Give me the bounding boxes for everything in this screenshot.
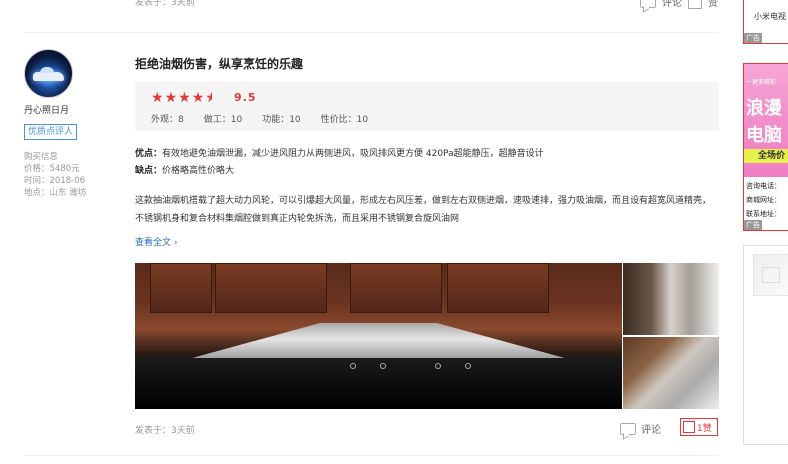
cabinet-door [215, 263, 327, 313]
ad-banner-small-text: 一更多精彩 [746, 79, 777, 86]
review-title: 拒绝油烟伤害，纵享烹饪的乐趣 [135, 57, 304, 71]
like-button[interactable]: 1赞 [680, 418, 718, 436]
ad-info-url: 商城网址： [746, 196, 781, 204]
sidebar-product-card[interactable]: 小米电视 广告 [743, 0, 788, 44]
control-icon [380, 363, 386, 369]
buy-info-location: 地点：山东 潍坊 [24, 188, 87, 198]
control-icon [435, 363, 441, 369]
hood-glass-panel [135, 358, 622, 409]
review-photo-thumb[interactable] [623, 337, 719, 409]
subscore-function: 功能：10 [262, 115, 301, 125]
buy-info-time: 时间：2018-06 [24, 176, 86, 186]
read-more-label[interactable]: 查看全文 [135, 238, 171, 248]
review-body: 这款抽油烟机搭载了超大动力风轮，可以引爆超大风量，形成左右风压差，做到左右双侧进… [135, 196, 712, 224]
buy-info-price: 价格：5480元 [24, 164, 80, 174]
ad-banner[interactable]: 一更多精彩 浪漫 电脑 全场价 [744, 64, 788, 177]
reviewer-name[interactable]: 丹心照日月 [24, 103, 69, 116]
prev-like-label[interactable]: 赞 [708, 0, 718, 9]
thumbs-up-icon[interactable] [683, 421, 695, 433]
subscore-appearance: 外观：8 [151, 115, 184, 125]
ad-banner-pill: 全场价 [744, 149, 788, 163]
star-rating: ★ ★ ★ ★ ★ [151, 91, 218, 105]
pros-line: 优点：有效地避免油烟泄漏，减少进风阻力从两侧进风，吸风排风更方便 420Pa超能… [135, 146, 544, 163]
comment-label[interactable]: 评论 [641, 421, 661, 436]
half-star-icon: ★ [205, 90, 218, 106]
cabinet-door [150, 263, 212, 313]
sidebar-product-title[interactable]: 小米电视 [754, 11, 786, 22]
comment-icon[interactable] [620, 422, 636, 435]
prev-comment-label[interactable]: 评论 [662, 0, 682, 9]
pros-text: 有效地避免油烟泄漏，减少进风阻力从两侧进风，吸风排风更方便 420Pa超能静压，… [162, 149, 544, 159]
star-icon: ★ [151, 90, 164, 106]
car-image [33, 67, 64, 81]
control-icon [465, 363, 471, 369]
buy-info: 购买信息 价格：5480元 时间：2018-06 地点：山东 潍坊 [24, 151, 86, 199]
review-divider [24, 455, 719, 456]
sidebar-ad[interactable]: 一更多精彩 浪漫 电脑 全场价 咨询电话： 商城网址： 联系地址： 广告 [743, 63, 788, 231]
ad-info-address: 联系地址： [746, 210, 781, 218]
control-icon [350, 363, 356, 369]
cons-text: 价格略高性价略大 [162, 166, 235, 176]
ad-banner-line2: 电脑 [746, 125, 782, 146]
buy-info-heading: 购买信息 [24, 152, 59, 162]
rating-score: 9.5 [234, 91, 257, 104]
image-placeholder-icon [753, 254, 788, 296]
subscore-workmanship: 做工：10 [203, 115, 243, 125]
cons-line: 缺点：价格略高性价略大 [135, 163, 544, 180]
ad-tag: 广告 [744, 220, 762, 230]
cabinet-door [350, 263, 442, 313]
review-divider [24, 32, 719, 33]
review-photo-thumb[interactable] [623, 263, 719, 335]
pros-cons: 优点：有效地避免油烟泄漏，减少进风阻力从两侧进风，吸风排风更方便 420Pa超能… [135, 146, 544, 180]
cabinet-door [447, 263, 549, 313]
comment-icon[interactable] [640, 0, 656, 8]
subscore-value: 性价比：10 [320, 115, 369, 125]
like-label[interactable]: 1赞 [697, 421, 712, 434]
pros-label: 优点： [135, 149, 163, 159]
reviewer-badge: 优质点评人 [24, 124, 78, 140]
prev-review-date: 发表于：3天前 [135, 0, 195, 8]
review-date: 发表于：3天前 [135, 426, 195, 436]
star-icon: ★ [178, 90, 191, 106]
comment-button[interactable]: 评论 [620, 421, 661, 436]
sidebar-ad-placeholder[interactable] [743, 245, 788, 445]
range-hood [173, 323, 584, 363]
thumbs-up-icon[interactable] [688, 0, 702, 9]
prev-review-actions: 评论 赞 [640, 0, 718, 9]
review-photo-main[interactable] [135, 263, 622, 409]
ad-info-phone: 咨询电话： [746, 182, 781, 190]
avatar[interactable] [24, 49, 73, 98]
ad-banner-line1: 浪漫 [746, 98, 782, 119]
cons-label: 缺点： [135, 166, 163, 176]
sub-scores: 外观：8 做工：10 功能：10 性价比：10 [151, 112, 368, 125]
chevron-right-icon[interactable]: › [174, 238, 178, 248]
ad-tag: 广告 [744, 33, 762, 43]
read-more-link[interactable]: 查看全文 › [135, 235, 178, 248]
star-icon: ★ [164, 90, 178, 106]
star-icon: ★ [191, 90, 205, 106]
